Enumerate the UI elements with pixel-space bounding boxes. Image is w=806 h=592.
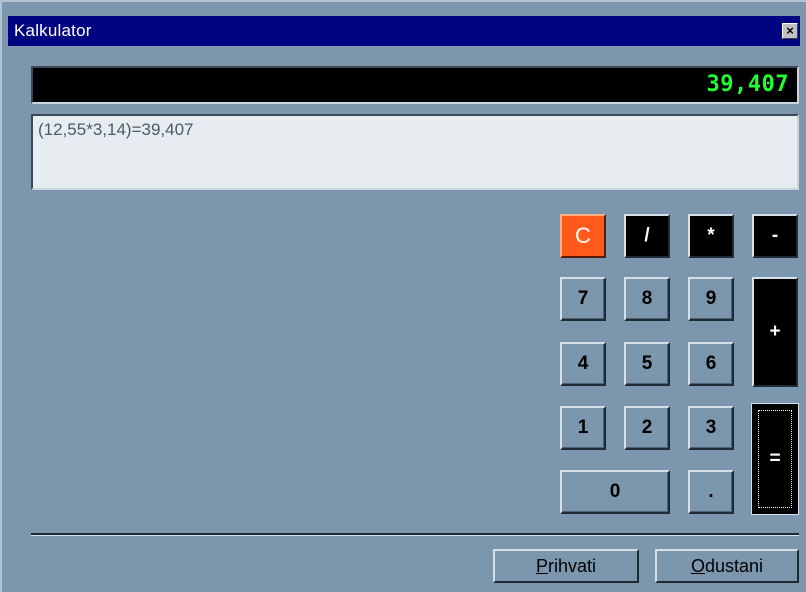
digit-5-button[interactable]: 5 bbox=[624, 342, 670, 386]
digit-9-button[interactable]: 9 bbox=[688, 277, 734, 321]
equals-button[interactable]: = bbox=[751, 403, 799, 515]
plus-button[interactable]: + bbox=[752, 277, 798, 387]
digit-4-button[interactable]: 4 bbox=[560, 342, 606, 386]
expression-history[interactable]: (12,55*3,14)=39,407 bbox=[31, 114, 799, 190]
title-bar[interactable]: Kalkulator × bbox=[8, 16, 800, 46]
decimal-button[interactable]: . bbox=[688, 470, 734, 514]
accept-button[interactable]: Prihvati bbox=[493, 549, 639, 583]
divide-button[interactable]: / bbox=[624, 214, 670, 258]
accept-label: rihvati bbox=[548, 555, 597, 576]
window-title: Kalkulator bbox=[14, 21, 92, 40]
calculator-window: Kalkulator × 39,407 (12,55*3,14)=39,407 … bbox=[0, 0, 806, 592]
expression-text: (12,55*3,14)=39,407 bbox=[38, 120, 194, 139]
multiply-button[interactable]: * bbox=[688, 214, 734, 258]
close-icon[interactable]: × bbox=[782, 23, 798, 39]
equals-label: = bbox=[758, 410, 792, 508]
result-value: 39,407 bbox=[706, 72, 789, 97]
clear-button[interactable]: C bbox=[560, 214, 606, 258]
cancel-mnemonic: O bbox=[690, 555, 705, 576]
result-display: 39,407 bbox=[31, 66, 799, 104]
digit-0-button[interactable]: 0 bbox=[560, 470, 670, 514]
digit-2-button[interactable]: 2 bbox=[624, 406, 670, 450]
accept-mnemonic: P bbox=[535, 555, 548, 576]
digit-7-button[interactable]: 7 bbox=[560, 277, 606, 321]
digit-8-button[interactable]: 8 bbox=[624, 277, 670, 321]
digit-3-button[interactable]: 3 bbox=[688, 406, 734, 450]
digit-6-button[interactable]: 6 bbox=[688, 342, 734, 386]
minus-button[interactable]: - bbox=[752, 214, 798, 258]
cancel-button[interactable]: Odustani bbox=[655, 549, 799, 583]
digit-1-button[interactable]: 1 bbox=[560, 406, 606, 450]
cancel-label: dustani bbox=[704, 555, 764, 576]
footer-divider bbox=[31, 533, 799, 536]
